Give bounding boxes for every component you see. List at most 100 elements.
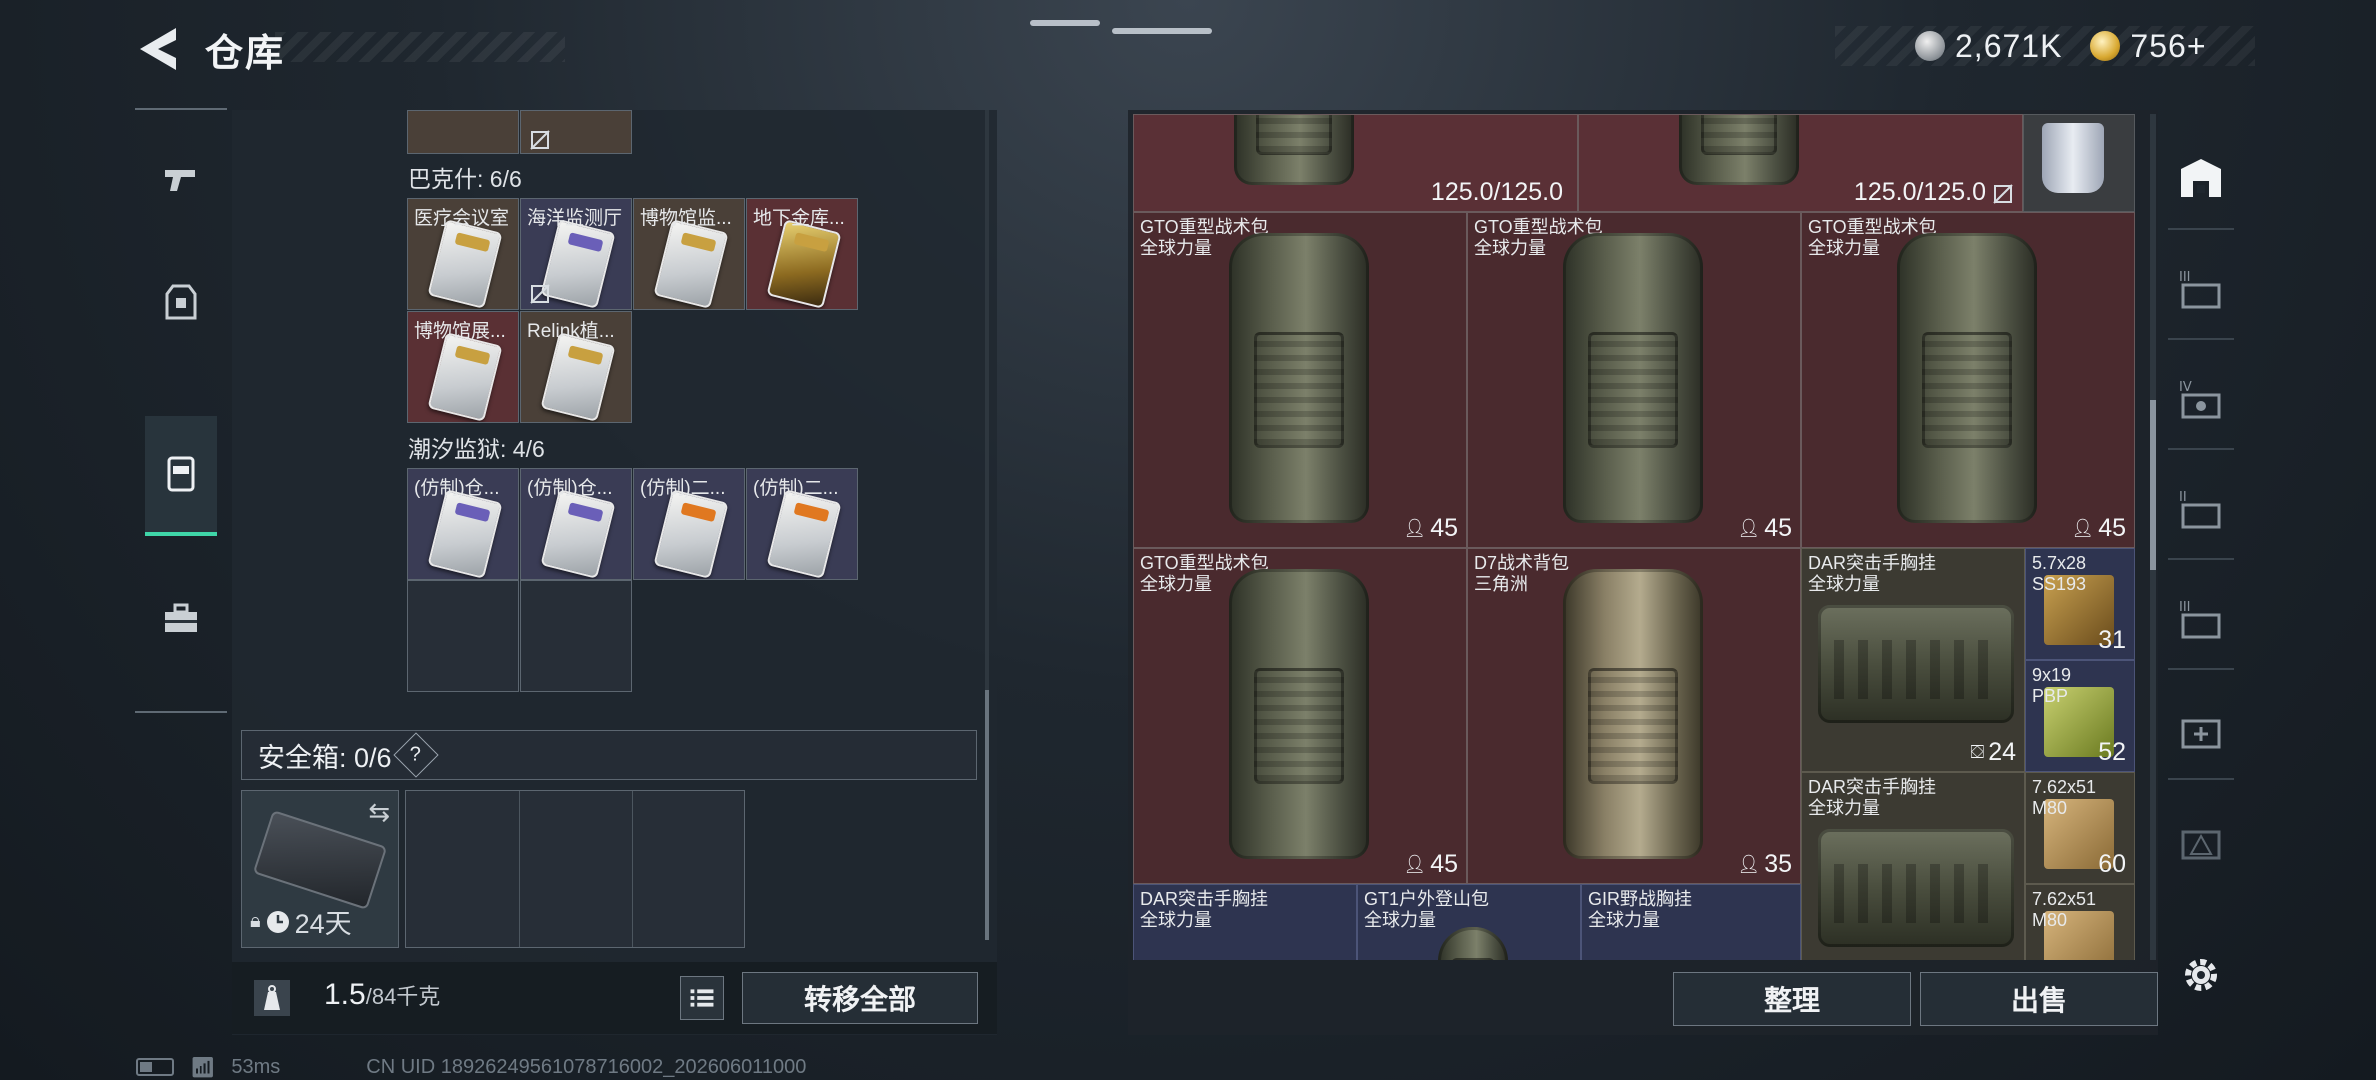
key-slot-empty[interactable]: [520, 580, 632, 692]
swap-icon[interactable]: ⇆: [368, 797, 390, 828]
backpack-image: [1234, 115, 1354, 185]
storage-tab-3[interactable]: III: [2168, 240, 2234, 340]
item-name: DAR突击手胸挂 全球力量: [1808, 777, 1937, 818]
key-slot-partial[interactable]: [407, 110, 519, 154]
svg-text:III: III: [2179, 600, 2191, 615]
backpack-image: [1563, 569, 1703, 859]
list-view-button[interactable]: [680, 976, 724, 1020]
rail-keycards[interactable]: [145, 416, 217, 536]
item-count: 60: [2098, 850, 2126, 878]
stash-grid: 125.0/125.0 125.0/125.0 GTO重型战术包 全球力量 👤︎ 4…: [1133, 114, 2145, 960]
weight-capacity: /84千克: [365, 984, 441, 1009]
keycard-image: [766, 489, 842, 579]
vest-mini-icon: ⛋: [1970, 742, 1985, 762]
svg-text:II: II: [2179, 490, 2187, 505]
key-name: (仿制)二...: [640, 478, 726, 499]
key-slot[interactable]: 医疗会议室: [407, 198, 519, 310]
pistol-icon: [165, 170, 195, 191]
stash-ammo[interactable]: 5.7x28 SS193 31: [2025, 548, 2135, 660]
storage-tab-add[interactable]: [2168, 680, 2234, 780]
stash-item[interactable]: GT1户外登山包 全球力量: [1357, 884, 1581, 960]
stash-item[interactable]: DAR突击手胸挂 全球力量: [1801, 772, 2025, 960]
safebox-slot[interactable]: ⇆ 🔒︎ 24天: [241, 790, 399, 948]
gold-amount[interactable]: 756+: [2130, 28, 2206, 65]
key-slot[interactable]: 地下金库...: [746, 198, 858, 310]
stash-ammo[interactable]: 9x19 PBP 52: [2025, 660, 2135, 772]
user-icon: 👤︎: [1737, 854, 1761, 874]
key-slot[interactable]: (仿制)仓...: [407, 468, 519, 580]
key-slot-partial[interactable]: [520, 110, 632, 154]
key-slot[interactable]: (仿制)仓...: [520, 468, 632, 580]
user-icon: 👤︎: [2071, 518, 2095, 538]
key-slot[interactable]: 海洋监测厅: [520, 198, 632, 310]
no-transfer-icon: [1993, 184, 2013, 204]
rail-toolbox[interactable]: [145, 558, 217, 678]
stash-ammo[interactable]: 7.62x51 M80: [2025, 884, 2135, 960]
stash-item[interactable]: GTO重型战术包 全球力量 👤︎ 45: [1801, 212, 2135, 548]
stash-item[interactable]: GTO重型战术包 全球力量 👤︎ 45: [1133, 212, 1467, 548]
silver-coin-icon: [1915, 31, 1945, 61]
key-slot-empty[interactable]: [407, 580, 519, 692]
page-title: 仓库: [205, 33, 286, 75]
keycard-icon: [167, 456, 195, 492]
backpack-image: [1229, 233, 1369, 523]
backpack-image: [1438, 927, 1508, 960]
group-label-bakshi: 巴克什: 6/6: [408, 166, 522, 192]
rail-armor[interactable]: [145, 242, 217, 362]
sell-button[interactable]: 出售: [1920, 972, 2158, 1026]
safebox-empty-slots[interactable]: [405, 790, 745, 948]
left-scrollbar-thumb[interactable]: [985, 690, 989, 940]
safebox-header: 安全箱: 0/6 ?: [241, 730, 977, 780]
item-name: GIR野战胸挂 全球力量: [1588, 889, 1693, 930]
key-name: (仿制)二...: [753, 478, 839, 499]
storage-tab-4[interactable]: IV: [2168, 350, 2234, 450]
keycard-image: [427, 219, 503, 309]
storage-5-icon: II: [2179, 490, 2221, 529]
key-name: (仿制)仓...: [527, 478, 613, 499]
safebox-days: 24天: [294, 909, 352, 939]
keycard-image: [653, 489, 729, 579]
stash-item-partial[interactable]: 125.0/125.0: [1578, 114, 2023, 212]
item-name: 7.62x51 M80: [2032, 777, 2097, 818]
stash-item-cup[interactable]: [2023, 114, 2135, 212]
storage-tab-5[interactable]: II: [2168, 460, 2234, 560]
settings-button[interactable]: [2178, 952, 2224, 998]
key-slot[interactable]: 博物馆监...: [633, 198, 745, 310]
stash-item[interactable]: GTO重型战术包 全球力量 👤︎ 45: [1467, 212, 1801, 548]
no-transfer-icon: [530, 284, 550, 304]
sort-button[interactable]: 整理: [1673, 972, 1911, 1026]
stash-item[interactable]: GIR野战胸挂 全球力量: [1581, 884, 1801, 960]
clock-icon: [266, 910, 289, 933]
title-stripes: [275, 32, 565, 62]
stash-item-partial[interactable]: 125.0/125.0: [1133, 114, 1578, 212]
safebox-timer: 🔒︎ 24天: [250, 902, 352, 941]
help-button[interactable]: ?: [392, 732, 439, 778]
rail-weapons[interactable]: [145, 120, 217, 240]
stash-item[interactable]: DAR突击手胸挂 全球力量 ⛋ 24: [1801, 548, 2025, 772]
item-count: 👤︎ 45: [2071, 514, 2126, 542]
transfer-all-button[interactable]: 转移全部: [742, 972, 978, 1024]
backpack-image: [1897, 233, 2037, 523]
back-button[interactable]: [136, 24, 180, 74]
user-icon: 👤︎: [1403, 518, 1427, 538]
key-name: Relink植...: [527, 321, 615, 342]
svg-text:III: III: [2179, 270, 2191, 285]
storage-tab-locked[interactable]: [2168, 790, 2234, 890]
storage-tab-6[interactable]: III: [2168, 570, 2234, 670]
stash-scrollbar-thumb[interactable]: [2150, 400, 2156, 570]
key-slot[interactable]: (仿制)二...: [633, 468, 745, 580]
stash-ammo[interactable]: 7.62x51 M80 60: [2025, 772, 2135, 884]
key-slot[interactable]: Relink植...: [520, 311, 632, 423]
storage-4-icon: IV: [2179, 380, 2221, 419]
stash-item[interactable]: D7战术背包 三角洲 👤︎ 35: [1467, 548, 1801, 884]
stash-item[interactable]: GTO重型战术包 全球力量 👤︎ 45: [1133, 548, 1467, 884]
item-name: GT1户外登山包 全球力量: [1364, 889, 1490, 930]
chest-rig-image: [1818, 829, 2014, 947]
key-slot[interactable]: 博物馆展...: [407, 311, 519, 423]
key-slot[interactable]: (仿制)二...: [746, 468, 858, 580]
uid: CN UID 18926249561078716002_202606011000: [366, 1055, 807, 1078]
stash-item[interactable]: DAR突击手胸挂 全球力量: [1133, 884, 1357, 960]
item-name: 9x19 PBP: [2032, 665, 2072, 706]
storage-tab-main[interactable]: [2168, 130, 2234, 230]
keycard-image: [766, 219, 842, 309]
